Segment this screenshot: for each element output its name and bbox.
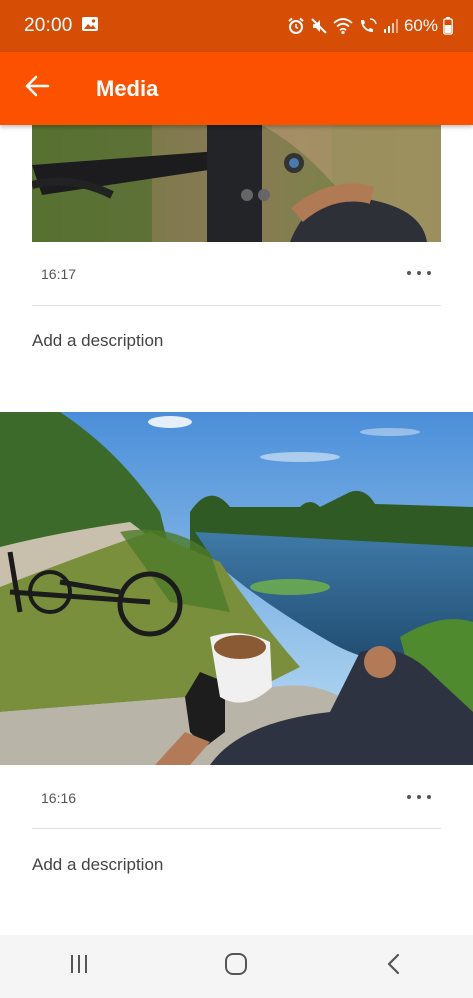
description-field[interactable]: Add a description (32, 855, 163, 875)
divider (32, 828, 441, 829)
media-photo[interactable] (0, 412, 473, 765)
more-options-button[interactable] (407, 789, 431, 805)
status-bar: 20:00 60% (0, 0, 473, 52)
battery-text: 60% (403, 16, 438, 35)
battery-icon (443, 17, 453, 35)
home-icon (224, 952, 248, 981)
status-time: 20:00 (24, 15, 73, 36)
description-field[interactable]: Add a description (32, 331, 163, 351)
signal-icon (383, 18, 399, 34)
wifi-icon (333, 17, 353, 35)
media-list: 16:17 Add a description 16:16 Add a desc… (0, 125, 473, 935)
recent-apps-button[interactable] (49, 942, 109, 992)
system-back-button[interactable] (364, 942, 424, 992)
wifi-calling-icon (358, 17, 378, 35)
back-button[interactable] (2, 52, 72, 125)
mute-icon (310, 17, 328, 35)
gallery-icon (81, 16, 99, 37)
recent-apps-icon (68, 953, 90, 980)
media-time: 16:17 (41, 266, 77, 282)
more-options-button[interactable] (407, 265, 431, 281)
media-photo[interactable] (32, 125, 441, 242)
home-button[interactable] (206, 942, 266, 992)
system-nav-bar (0, 935, 473, 998)
alarm-icon (287, 17, 305, 35)
app-bar: Media (0, 52, 473, 125)
page-title: Media (96, 75, 159, 101)
divider (32, 305, 441, 306)
arrow-left-icon (24, 74, 50, 103)
more-dots-icon (407, 795, 411, 799)
media-time: 16:16 (41, 790, 77, 806)
back-icon (386, 953, 402, 980)
more-dots-icon (407, 271, 411, 275)
